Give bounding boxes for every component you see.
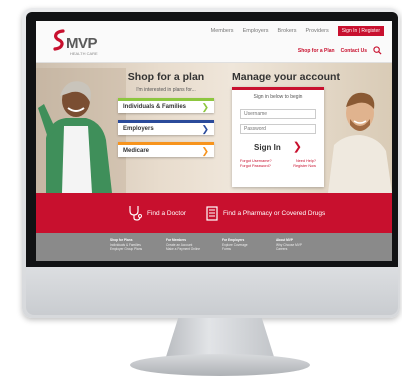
- stethoscope-icon: [129, 206, 142, 221]
- footer-link[interactable]: Make a Payment Online: [166, 247, 200, 252]
- chevron-right-icon: ❯: [201, 145, 209, 156]
- hero-section: Shop for a plan I'm interested in plans …: [36, 63, 392, 193]
- signin-label: Sign In: [254, 143, 281, 152]
- plan-label: Individuals & Families: [123, 104, 187, 110]
- footer-link[interactable]: Careers: [276, 247, 302, 252]
- account-title: Manage your account: [232, 71, 340, 83]
- footer-column-employers: For Employers Explore Coverage Forms: [222, 238, 248, 252]
- mvp-swoosh-icon: [52, 29, 66, 51]
- quick-links-band: Find a Doctor Find a Pharmacy or Covered…: [36, 193, 392, 233]
- mvp-logo[interactable]: MVP HEALTH CARE: [52, 29, 98, 56]
- footer-column-members: For Members Create an Account Make a Pay…: [166, 238, 200, 252]
- plan-label: Employers: [123, 126, 154, 132]
- footer-column-about: About MVP Why Choose MVP Careers: [276, 238, 302, 252]
- need-help-register-link[interactable]: Need Help? Register Now: [288, 159, 316, 169]
- shop-for-plan-panel: Shop for a plan I'm interested in plans …: [118, 71, 214, 164]
- chevron-right-icon: ❯: [292, 141, 302, 153]
- website-screen: MVP HEALTH CARE Members Employers Broker…: [36, 21, 392, 261]
- forgot-credentials-link[interactable]: Forgot Username? Forgot Password?: [240, 159, 274, 169]
- nav-providers[interactable]: Providers: [306, 28, 329, 34]
- signin-form: Sign in below to begin Sign In ❯ Forgot …: [232, 87, 324, 187]
- signin-submit[interactable]: Sign In ❯: [232, 142, 324, 153]
- individuals-families-button[interactable]: Individuals & Families ❯: [118, 98, 214, 113]
- monitor-stand-base: [130, 354, 310, 376]
- medicare-button[interactable]: Medicare ❯: [118, 142, 214, 157]
- shop-title: Shop for a plan: [127, 71, 205, 83]
- plan-label: Medicare: [123, 148, 150, 154]
- top-navigation: Members Employers Brokers Providers Sign…: [211, 26, 384, 36]
- logo-wordmark: MVP: [66, 35, 98, 52]
- username-input[interactable]: [240, 109, 316, 119]
- signin-register-button[interactable]: Sign In | Register: [337, 26, 384, 36]
- footer-column-shop: Shop for Plans Individuals & Families Em…: [110, 238, 142, 252]
- nav-members[interactable]: Members: [211, 28, 234, 34]
- find-pharmacy-label: Find a Pharmacy or Covered Drugs: [223, 209, 326, 217]
- hero-photo-woman: [36, 68, 126, 193]
- footer-link[interactable]: Employer Group Plans: [110, 247, 142, 252]
- footer-link[interactable]: Forms: [222, 247, 248, 252]
- pharmacy-building-icon: [206, 206, 218, 221]
- chevron-right-icon: ❯: [201, 101, 209, 112]
- account-subtitle: Sign in below to begin: [253, 94, 303, 100]
- password-input[interactable]: [240, 124, 316, 134]
- shop-subtitle: I'm interested in plans for...: [136, 87, 196, 93]
- footer-heading: For Employers: [222, 238, 245, 242]
- site-header: MVP HEALTH CARE Members Employers Broker…: [36, 21, 392, 63]
- find-doctor-label: Find a Doctor: [147, 209, 187, 217]
- site-footer: Shop for Plans Individuals & Families Em…: [36, 233, 392, 261]
- sub-navigation: Shop for a Plan Contact Us: [298, 46, 382, 55]
- hero-photo-man: [328, 92, 392, 193]
- nav-brokers[interactable]: Brokers: [278, 28, 297, 34]
- contact-us-link[interactable]: Contact Us: [341, 48, 367, 54]
- account-help-links: Forgot Username? Forgot Password? Need H…: [240, 159, 316, 169]
- search-icon[interactable]: [373, 46, 382, 55]
- employers-button[interactable]: Employers ❯: [118, 120, 214, 135]
- chevron-right-icon: ❯: [201, 123, 209, 134]
- logo-tagline: HEALTH CARE: [70, 51, 98, 56]
- shop-for-plan-link[interactable]: Shop for a Plan: [298, 48, 335, 54]
- find-pharmacy-link[interactable]: Find a Pharmacy or Covered Drugs: [206, 205, 325, 221]
- find-doctor-link[interactable]: Find a Doctor: [128, 205, 186, 221]
- nav-employers[interactable]: Employers: [243, 28, 269, 34]
- monitor-chin: [26, 267, 398, 315]
